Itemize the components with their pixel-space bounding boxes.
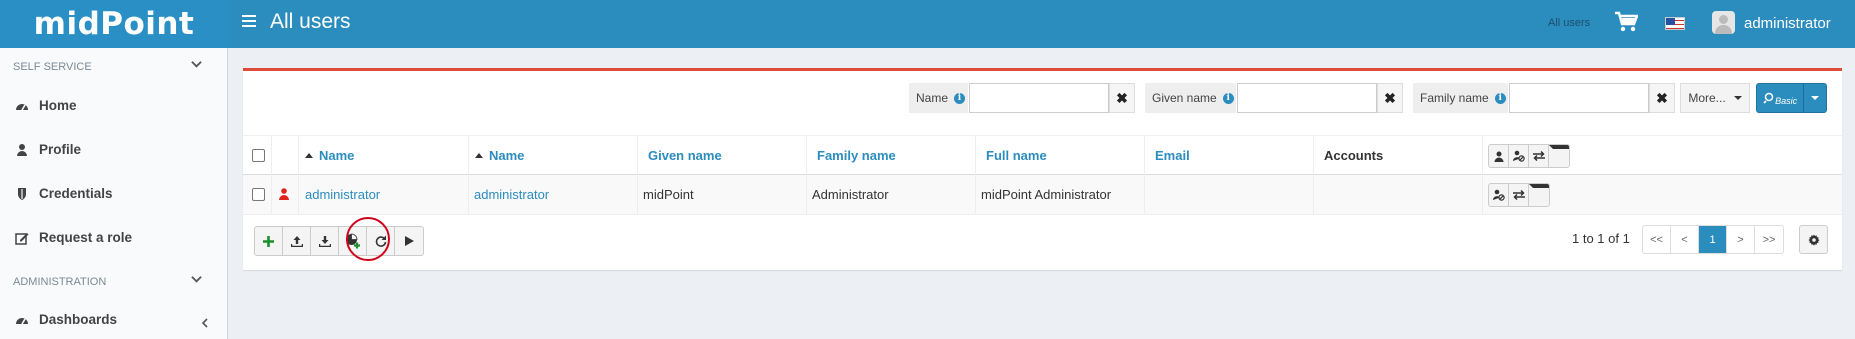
sidebar-item-label: Request a role <box>39 230 133 245</box>
row-actions-dropdown[interactable] <box>1529 184 1549 206</box>
filter-label-name[interactable]: Name i <box>909 83 968 113</box>
select-all-checkbox[interactable] <box>252 149 265 162</box>
more-actions-dropdown[interactable] <box>1549 145 1569 167</box>
table-header: Name Name Given name Family name Full na… <box>243 135 1842 176</box>
more-filters-button[interactable]: More... <box>1680 83 1750 113</box>
column-given-name[interactable]: Given name <box>648 148 722 163</box>
chevron-down-icon[interactable] <box>191 274 202 285</box>
add-icon[interactable] <box>255 227 283 255</box>
info-icon[interactable]: i <box>1494 92 1506 104</box>
dashboard-icon <box>16 317 28 324</box>
breadcrumb[interactable]: All users <box>1548 17 1590 29</box>
disable-user-icon[interactable] <box>1489 184 1509 206</box>
gear-icon <box>1807 234 1820 246</box>
search-button[interactable]: Basic <box>1756 83 1827 113</box>
clear-name-filter-icon[interactable]: ✖ <box>1109 83 1135 113</box>
dashboard-icon <box>16 103 28 110</box>
column-email[interactable]: Email <box>1155 148 1190 163</box>
sidebar-item-label: Home <box>39 98 77 113</box>
edit-icon <box>15 232 29 245</box>
search-user-icon <box>1763 92 1774 104</box>
sidebar-item-profile[interactable]: Profile <box>15 142 81 157</box>
shield-icon <box>18 187 26 200</box>
sidebar-section-administration[interactable]: ADMINISTRATION <box>13 276 106 288</box>
search-basic-button[interactable]: Basic <box>1757 84 1805 112</box>
play-icon[interactable] <box>395 227 423 255</box>
table-row: administrator administrator midPoint Adm… <box>243 175 1842 215</box>
row-checkbox[interactable] <box>252 188 265 201</box>
reconcile-icon[interactable] <box>1509 184 1529 206</box>
last-page-button[interactable]: >> <box>1755 226 1783 253</box>
info-icon[interactable]: i <box>954 92 966 104</box>
column-name-sort[interactable]: Name <box>305 148 354 163</box>
pagination: << < 1 > >> <box>1642 225 1784 254</box>
sidebar-item-label: Credentials <box>39 186 113 201</box>
search-mode-dropdown[interactable] <box>1804 96 1826 100</box>
table-settings-button[interactable] <box>1799 225 1828 254</box>
disable-user-icon[interactable] <box>1509 145 1529 167</box>
sidebar: SELF SERVICE Home Profile Credentials Re… <box>0 48 228 339</box>
chevron-left-icon[interactable] <box>201 318 209 328</box>
user-menu-name[interactable]: administrator <box>1744 15 1831 32</box>
info-icon[interactable]: i <box>1222 92 1234 104</box>
top-navbar: midPoint All users All users administrat… <box>0 0 1855 48</box>
cart-icon[interactable] <box>1614 11 1639 36</box>
given-name-cell: midPoint <box>643 187 694 202</box>
first-page-button[interactable]: << <box>1643 226 1671 253</box>
menu-toggle-icon[interactable] <box>242 15 256 27</box>
sidebar-item-home[interactable]: Home <box>15 98 77 113</box>
user-name-link[interactable]: administrator <box>305 187 380 202</box>
filter-label-given-name[interactable]: Given name i <box>1145 83 1236 113</box>
user-display-name-link[interactable]: administrator <box>474 187 549 202</box>
chevron-down-icon[interactable] <box>191 59 202 70</box>
user-icon[interactable] <box>1489 145 1509 167</box>
current-page-button[interactable]: 1 <box>1699 226 1727 253</box>
sidebar-section-self-service[interactable]: SELF SERVICE <box>13 61 92 73</box>
family-name-cell: Administrator <box>812 187 889 202</box>
us-flag-icon[interactable] <box>1665 17 1685 30</box>
export-icon[interactable] <box>311 227 339 255</box>
row-actions <box>1488 183 1550 207</box>
header-actions <box>1488 144 1570 168</box>
column-display-name-sort[interactable]: Name <box>475 148 524 163</box>
sidebar-item-request-a-role[interactable]: Request a role <box>15 230 132 245</box>
import-icon[interactable] <box>283 227 311 255</box>
column-full-name[interactable]: Full name <box>986 148 1047 163</box>
red-user-icon <box>279 188 289 200</box>
pagination-summary: 1 to 1 of 1 <box>1572 231 1630 246</box>
sidebar-item-label: Dashboards <box>39 312 118 327</box>
clear-family-name-filter-icon[interactable]: ✖ <box>1649 83 1675 113</box>
page-title: All users <box>270 10 351 33</box>
family-name-filter-input[interactable] <box>1509 83 1649 113</box>
full-name-cell: midPoint Administrator <box>981 187 1112 202</box>
column-family-name[interactable]: Family name <box>817 148 896 163</box>
previous-page-button[interactable]: < <box>1671 226 1699 253</box>
sidebar-item-dashboards[interactable]: Dashboards <box>15 312 117 327</box>
sidebar-item-label: Profile <box>39 142 82 157</box>
filter-label-family-name[interactable]: Family name i <box>1413 83 1508 113</box>
name-filter-input[interactable] <box>969 83 1109 113</box>
avatar[interactable] <box>1712 11 1735 34</box>
highlight-circle <box>346 217 390 261</box>
user-icon <box>17 143 27 156</box>
clear-given-name-filter-icon[interactable]: ✖ <box>1377 83 1403 113</box>
sidebar-item-credentials[interactable]: Credentials <box>15 186 113 201</box>
table-toolbar <box>254 226 424 256</box>
given-name-filter-input[interactable] <box>1237 83 1377 113</box>
column-accounts: Accounts <box>1324 148 1384 163</box>
reconcile-icon[interactable] <box>1529 145 1549 167</box>
next-page-button[interactable]: > <box>1727 226 1755 253</box>
users-panel: Name i ✖ Given name i ✖ Family name i ✖ Mor… <box>243 68 1842 270</box>
app-logo[interactable]: midPoint <box>0 0 228 48</box>
